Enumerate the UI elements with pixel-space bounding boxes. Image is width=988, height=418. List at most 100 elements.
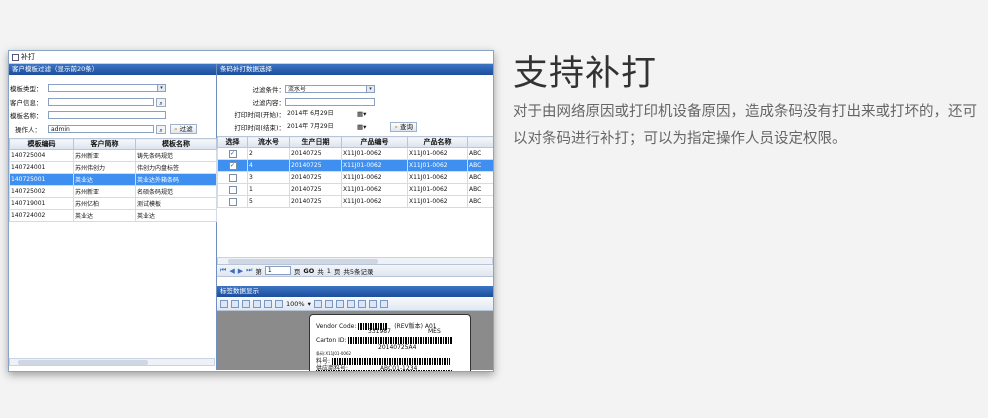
layout-icon[interactable]	[357, 300, 366, 308]
table-cell: X11J01-0062	[341, 147, 408, 160]
table-row[interactable]: ✓ 4 20140725 X11J01-0062 X11J01-0062 ABC	[217, 159, 493, 172]
select-cell: ✓	[217, 159, 248, 172]
table-cell: 苏州新亚	[73, 185, 136, 198]
table-cell: 20140725	[289, 159, 342, 172]
table-cell: ABC	[467, 195, 493, 208]
table-row[interactable]: ✓ 2 20140725 X11J01-0062 X11J01-0062 ABC	[217, 147, 493, 160]
table-cell: 苏州亿柏	[73, 197, 136, 210]
preview-toolbar: 100% ▾	[217, 298, 493, 311]
condition-select[interactable]: 流水号	[285, 85, 375, 93]
select-cell: ✓	[217, 147, 248, 160]
template-table-header[interactable]: 模板编码	[9, 138, 74, 150]
table-row[interactable]: 140719001 苏州亿柏 测试模板	[9, 197, 217, 210]
template-table-header[interactable]: 客户简称	[73, 138, 136, 150]
customer-info-input[interactable]	[48, 98, 154, 106]
prev-page-icon[interactable]: ◀	[229, 267, 234, 275]
print-icon	[12, 53, 19, 61]
select-cell	[217, 183, 248, 196]
row-checkbox[interactable]: ✓	[228, 161, 237, 170]
page-number-input[interactable]: 1	[264, 266, 291, 275]
end-time-value[interactable]: 2014年 7月29日	[285, 123, 353, 131]
template-name-input[interactable]	[48, 111, 166, 119]
barcode-table-header[interactable]: 流水号	[247, 136, 290, 148]
window-titlebar: 补打	[9, 51, 493, 64]
calendar-icon[interactable]: ▦▾	[357, 123, 366, 131]
row-checkbox[interactable]	[228, 173, 237, 182]
empty-row	[10, 277, 217, 288]
close-preview-icon[interactable]	[379, 300, 388, 308]
barcode-table-header[interactable]: 产品编号	[341, 136, 408, 148]
row-checkbox[interactable]	[228, 197, 237, 206]
table-cell: 20140725	[289, 183, 342, 196]
table-cell: ABC	[467, 183, 493, 196]
total-suffix: 页	[333, 267, 341, 276]
table-row[interactable]: 140725004 苏州新亚 铸先条码规范	[9, 149, 217, 162]
table-cell: 20140725	[289, 171, 342, 184]
table-cell: 140725001	[9, 173, 74, 186]
last-page-icon[interactable]: ⏭	[246, 266, 252, 275]
window-title: 补打	[21, 53, 35, 61]
table-cell: X11J01-0062	[341, 195, 408, 208]
zoom-out-icon[interactable]	[275, 300, 283, 308]
feature-title: 支持补打	[513, 54, 658, 94]
fit-page-icon[interactable]	[324, 300, 333, 308]
template-type-select[interactable]	[48, 84, 166, 92]
template-table-header[interactable]: 模板名称	[135, 138, 217, 150]
export-icon[interactable]	[368, 300, 377, 308]
table-row[interactable]: 1 20140725 X11J01-0062 X11J01-0062 ABC	[217, 183, 493, 196]
table-row[interactable]: 3 20140725 X11J01-0062 X11J01-0062 ABC	[217, 171, 493, 184]
query-button[interactable]: ⌕ 查询	[390, 122, 418, 132]
table-row[interactable]: 140724002 英业达 英业达	[9, 209, 217, 222]
table-cell: 20140725	[289, 195, 342, 208]
barcode-table-header[interactable]: 生产日期	[289, 136, 342, 148]
start-time-value[interactable]: 2014年 6月29日	[285, 110, 353, 118]
content-input[interactable]	[285, 98, 375, 106]
barcode-table-header[interactable]: 选择	[217, 136, 248, 148]
table-row[interactable]: 140724001 苏州伟创力 伟创力内盘标签	[9, 161, 217, 174]
table-cell: 苏州新亚	[73, 149, 136, 162]
table-cell: X11J01-0062	[407, 147, 468, 160]
customer-search-icon[interactable]: ⌕	[156, 97, 166, 107]
vendor-code-label: Vendor Code:	[316, 323, 357, 330]
table-cell: X11J01-0062	[407, 171, 468, 184]
single-page-icon[interactable]	[335, 300, 344, 308]
vendor-number: 331987	[368, 328, 391, 335]
copy-icon[interactable]	[242, 300, 250, 308]
row-checkbox[interactable]: ✓	[228, 149, 237, 158]
find-icon[interactable]	[253, 300, 261, 308]
template-filter-panel: 客户模板过滤（显示前20条） 模板类型： 客户信息： ⌕ 模板名称： 操作人： …	[9, 64, 217, 370]
barcode-table-header[interactable]: 产品名称	[407, 136, 468, 148]
operator-search-icon[interactable]: ⌕	[156, 124, 166, 134]
fit-width-icon[interactable]	[313, 300, 322, 308]
go-button[interactable]: GO	[303, 267, 314, 275]
operator-label: 操作人：	[15, 126, 41, 134]
table-cell: X11J01-0062	[407, 183, 468, 196]
first-page-icon[interactable]: ⏮	[220, 266, 226, 275]
mes-text: MES	[428, 328, 441, 335]
table-row[interactable]: 5 20140725 X11J01-0062 X11J01-0062 ABC	[217, 195, 493, 208]
zoom-in-icon[interactable]	[264, 300, 272, 308]
table-row[interactable]: 140725001 英业达 英业达外箱条码	[9, 173, 217, 186]
table-cell: ABC	[467, 159, 493, 172]
barcode-table-header[interactable]	[467, 136, 493, 148]
page-suffix: 页	[293, 267, 301, 276]
operator-input[interactable]: admin	[48, 125, 154, 133]
table-row[interactable]: 140725002 苏州新亚 名硕条码规范	[9, 185, 217, 198]
next-page-icon[interactable]: ▶	[238, 267, 243, 275]
zoom-level[interactable]: 100%	[286, 300, 305, 308]
calendar-icon[interactable]: ▦▾	[357, 110, 366, 118]
multi-page-icon[interactable]	[346, 300, 355, 308]
row-checkbox[interactable]	[228, 185, 237, 194]
template-table-hscrollbar[interactable]	[9, 358, 215, 366]
table-cell: 伟创力内盘标签	[135, 161, 217, 174]
table-cell: 苏州伟创力	[73, 161, 136, 174]
page-setup-icon[interactable]	[231, 300, 239, 308]
empty-row	[10, 222, 217, 234]
zoom-dropdown-icon[interactable]: ▾	[308, 300, 311, 308]
template-table: 模板编码 客户简称 模板名称 140725004 苏州新亚 铸先条码规范 14072400…	[9, 138, 217, 288]
print-preview-icon[interactable]	[220, 300, 228, 308]
filter-button[interactable]: ⌕ 过滤	[170, 124, 197, 134]
table-cell: X11J01-0062	[341, 183, 408, 196]
table-cell: X11J01-0062	[341, 159, 408, 172]
start-time-label: 打印时间(开始)：	[234, 111, 285, 119]
